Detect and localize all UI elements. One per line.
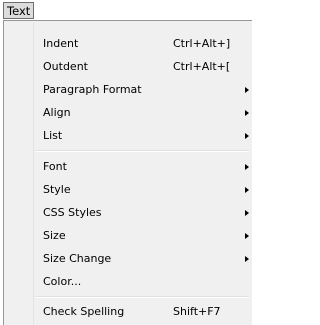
menu-item-size-change[interactable]: Size Change	[34, 248, 249, 270]
menu-item-size[interactable]: Size	[34, 225, 249, 247]
menu-bar: Text	[0, 0, 252, 21]
menu-item-align[interactable]: Align	[34, 102, 249, 124]
submenu-arrow-icon	[245, 133, 249, 139]
menu-item-shortcut: Shift+F7	[173, 305, 221, 318]
menu-item-color[interactable]: Color...	[34, 271, 249, 293]
submenu-arrow-icon	[245, 110, 249, 116]
menu-item-indent[interactable]: Indent Ctrl+Alt+]	[34, 33, 249, 55]
menu-item-label: Check Spelling	[43, 305, 125, 318]
menu-item-style[interactable]: Style	[34, 179, 249, 201]
menu-item-label: Size	[43, 229, 66, 242]
menu-item-label: Outdent	[43, 60, 88, 73]
menu-separator	[35, 296, 249, 298]
menu-item-label: Size Change	[43, 252, 112, 265]
menu-item-label: Paragraph Format	[43, 83, 142, 96]
submenu-arrow-icon	[245, 164, 249, 170]
menu-item-shortcut: Ctrl+Alt+[	[173, 60, 231, 73]
submenu-arrow-icon	[245, 87, 249, 93]
menu-item-label: CSS Styles	[43, 206, 102, 219]
menu-icon-gutter	[4, 21, 32, 325]
menu-item-list[interactable]: List	[34, 125, 249, 147]
text-dropdown-menu: Indent Ctrl+Alt+] Outdent Ctrl+Alt+[ Par…	[3, 20, 252, 325]
menu-item-outdent[interactable]: Outdent Ctrl+Alt+[	[34, 56, 249, 78]
menu-item-font[interactable]: Font	[34, 156, 249, 178]
menu-item-label: Style	[43, 183, 71, 196]
menu-item-paragraph-format[interactable]: Paragraph Format	[34, 79, 249, 101]
submenu-arrow-icon	[245, 233, 249, 239]
menu-item-label: Align	[43, 106, 71, 119]
menu-item-label: Font	[43, 160, 67, 173]
submenu-arrow-icon	[245, 210, 249, 216]
menu-item-css-styles[interactable]: CSS Styles	[34, 202, 249, 224]
menu-item-label: Color...	[43, 275, 82, 288]
menu-item-label: List	[43, 129, 63, 142]
menubar-item-text[interactable]: Text	[3, 2, 35, 19]
menu-item-check-spelling[interactable]: Check Spelling Shift+F7	[34, 301, 249, 323]
menu-item-shortcut: Ctrl+Alt+]	[173, 37, 231, 50]
submenu-arrow-icon	[245, 256, 249, 262]
submenu-arrow-icon	[245, 187, 249, 193]
menu-separator	[35, 150, 249, 152]
menu-item-label: Indent	[43, 37, 79, 50]
